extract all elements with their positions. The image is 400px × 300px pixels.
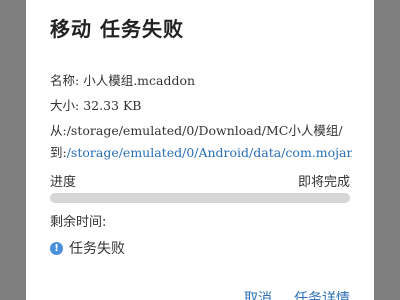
info-icon: ! [50, 241, 63, 255]
from-row: 从:/storage/emulated/0/Download/MC小人模组/ [50, 120, 352, 139]
to-label: 到: [50, 145, 67, 160]
task-status: ! 任务失败 [50, 238, 125, 258]
status-text: 任务失败 [69, 241, 125, 257]
dialog-footer: 取消 任务详情 [244, 288, 350, 300]
task-details-button[interactable]: 任务详情 [294, 288, 350, 300]
name-row: 名称: 小人模组.mcaddon [50, 70, 352, 89]
transfer-dialog: 移动 任务失败 名称: 小人模组.mcaddon 大小: 32.33 KB 从:… [26, 0, 374, 300]
to-row: 到:/storage/emulated/0/Android/data/com.m… [50, 142, 352, 161]
cancel-button[interactable]: 取消 [244, 288, 272, 300]
progress-bar [50, 193, 350, 203]
name-value: 小人模组.mcaddon [83, 73, 196, 88]
size-value: 32.33 KB [83, 98, 142, 113]
dialog-title: 移动 任务失败 [50, 17, 184, 41]
progress-label: 进度 [50, 175, 77, 190]
remaining-time-label: 剩余时间: [50, 215, 107, 230]
progress-status: 即将完成 [297, 175, 350, 190]
from-path: /storage/emulated/0/Download/MC小人模组/ [66, 123, 343, 138]
size-label: 大小: [50, 98, 84, 113]
name-label: 名称: [50, 73, 84, 88]
size-row: 大小: 32.33 KB [50, 95, 352, 114]
to-path[interactable]: /storage/emulated/0/Android/data/com.moj… [67, 145, 352, 160]
from-label: 从: [50, 123, 67, 138]
